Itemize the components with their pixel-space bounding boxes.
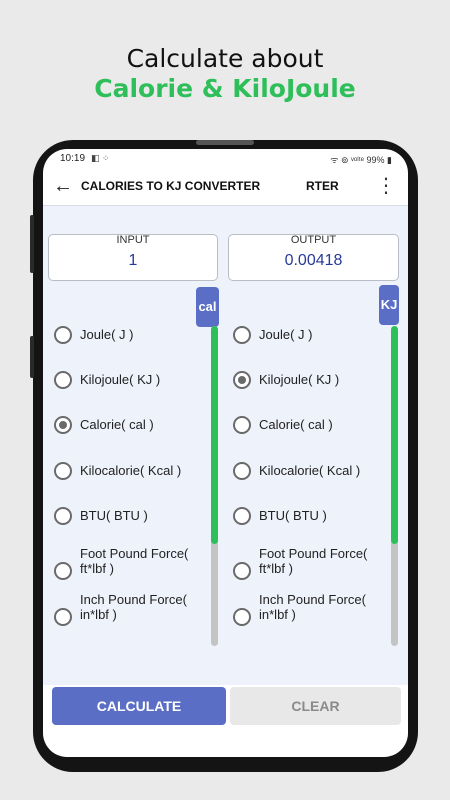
radio-icon[interactable] — [233, 507, 251, 525]
radio-icon[interactable] — [233, 416, 251, 434]
from-unit-label: Foot Pound Force( ft*lbf ) — [80, 546, 189, 576]
output-box: OUTPUT 0.00418 — [228, 234, 399, 281]
to-unit-option[interactable]: Calorie( cal ) — [233, 416, 393, 456]
app-bar: ← CALORIES TO KJ CONVERTER RTER ⋮ — [43, 169, 408, 205]
status-right: ᯤ ⊚ ᵛᵒˡᵗᵉ 99% ▮ — [330, 155, 392, 165]
page-title-overflow: RTER — [306, 179, 339, 193]
radio-icon[interactable] — [54, 562, 72, 580]
to-unit-label: Joule( J ) — [259, 327, 313, 342]
power-button — [30, 336, 34, 378]
radio-icon[interactable] — [54, 608, 72, 626]
to-unit-badge: KJ — [379, 285, 399, 325]
from-unit-option[interactable]: Kilocalorie( Kcal ) — [54, 462, 214, 502]
clear-button[interactable]: CLEAR — [230, 687, 401, 725]
arrow-left-icon[interactable]: ← — [53, 175, 73, 197]
radio-icon[interactable] — [54, 507, 72, 525]
from-unit-label: Kilojoule( KJ ) — [80, 372, 161, 387]
from-unit-label: BTU( BTU ) — [80, 508, 148, 523]
output-value: 0.00418 — [284, 252, 343, 269]
from-unit-label: Calorie( cal ) — [80, 417, 154, 432]
status-time: 10:19 — [60, 153, 86, 164]
from-unit-label: Joule( J ) — [80, 327, 134, 342]
promo-headline: Calculate about — [126, 44, 324, 73]
from-unit-badge: cal — [196, 287, 219, 327]
input-box[interactable]: INPUT 1 — [48, 234, 218, 281]
to-scroll-thumb[interactable] — [391, 326, 398, 544]
to-unit-option[interactable]: Kilocalorie( Kcal ) — [233, 462, 393, 502]
to-unit-option[interactable]: Joule( J ) — [233, 326, 393, 366]
input-field[interactable]: 1 — [49, 252, 217, 270]
to-unit-option[interactable]: Inch Pound Force( in*lbf ) — [233, 592, 393, 638]
page-title: CALORIES TO KJ CONVERTER — [81, 179, 261, 193]
to-scrollbar[interactable] — [391, 326, 398, 646]
converter-panel: INPUT 1 OUTPUT 0.00418 cal KJ Joule( J )… — [43, 205, 408, 685]
from-scroll-thumb[interactable] — [211, 326, 218, 544]
calculate-button[interactable]: CALCULATE — [52, 687, 226, 725]
radio-icon[interactable] — [54, 416, 72, 434]
from-unit-label: Kilocalorie( Kcal ) — [80, 463, 182, 478]
phone-speaker — [196, 140, 254, 145]
to-unit-label: Foot Pound Force( ft*lbf ) — [259, 546, 368, 576]
from-unit-option[interactable]: Inch Pound Force( in*lbf ) — [54, 592, 214, 638]
to-unit-label: Kilojoule( KJ ) — [259, 372, 340, 387]
radio-icon[interactable] — [54, 462, 72, 480]
from-scrollbar[interactable] — [211, 326, 218, 646]
radio-icon[interactable] — [233, 562, 251, 580]
from-unit-option[interactable]: Kilojoule( KJ ) — [54, 371, 214, 411]
to-unit-option[interactable]: Kilojoule( KJ ) — [233, 371, 393, 411]
from-unit-option[interactable]: Joule( J ) — [54, 326, 214, 366]
from-unit-option[interactable]: Foot Pound Force( ft*lbf ) — [54, 546, 214, 592]
notification-icons: ◧ ⁘ — [91, 153, 110, 163]
volume-button — [30, 215, 34, 273]
to-unit-label: Inch Pound Force( in*lbf ) — [259, 592, 366, 622]
promo-subheadline: Calorie & KiloJoule — [94, 74, 356, 103]
radio-icon[interactable] — [233, 608, 251, 626]
to-unit-label: Calorie( cal ) — [259, 417, 333, 432]
app-screen: 10:19 ◧ ⁘ ᯤ ⊚ ᵛᵒˡᵗᵉ 99% ▮ ← CALORIES TO … — [43, 149, 408, 757]
radio-icon[interactable] — [233, 326, 251, 344]
status-bar: 10:19 ◧ ⁘ ᯤ ⊚ ᵛᵒˡᵗᵉ 99% ▮ — [43, 149, 408, 169]
more-vertical-icon[interactable]: ⋮ — [376, 175, 396, 197]
from-unit-option[interactable]: Calorie( cal ) — [54, 416, 214, 456]
radio-icon[interactable] — [54, 371, 72, 389]
input-label: INPUT — [116, 234, 150, 246]
to-unit-label: BTU( BTU ) — [259, 508, 327, 523]
to-unit-label: Kilocalorie( Kcal ) — [259, 463, 361, 478]
output-label: OUTPUT — [290, 234, 337, 246]
radio-icon[interactable] — [233, 371, 251, 389]
from-unit-label: Inch Pound Force( in*lbf ) — [80, 592, 187, 622]
radio-icon[interactable] — [54, 326, 72, 344]
radio-icon[interactable] — [233, 462, 251, 480]
to-unit-option[interactable]: BTU( BTU ) — [233, 507, 393, 547]
to-unit-option[interactable]: Foot Pound Force( ft*lbf ) — [233, 546, 393, 592]
from-unit-option[interactable]: BTU( BTU ) — [54, 507, 214, 547]
